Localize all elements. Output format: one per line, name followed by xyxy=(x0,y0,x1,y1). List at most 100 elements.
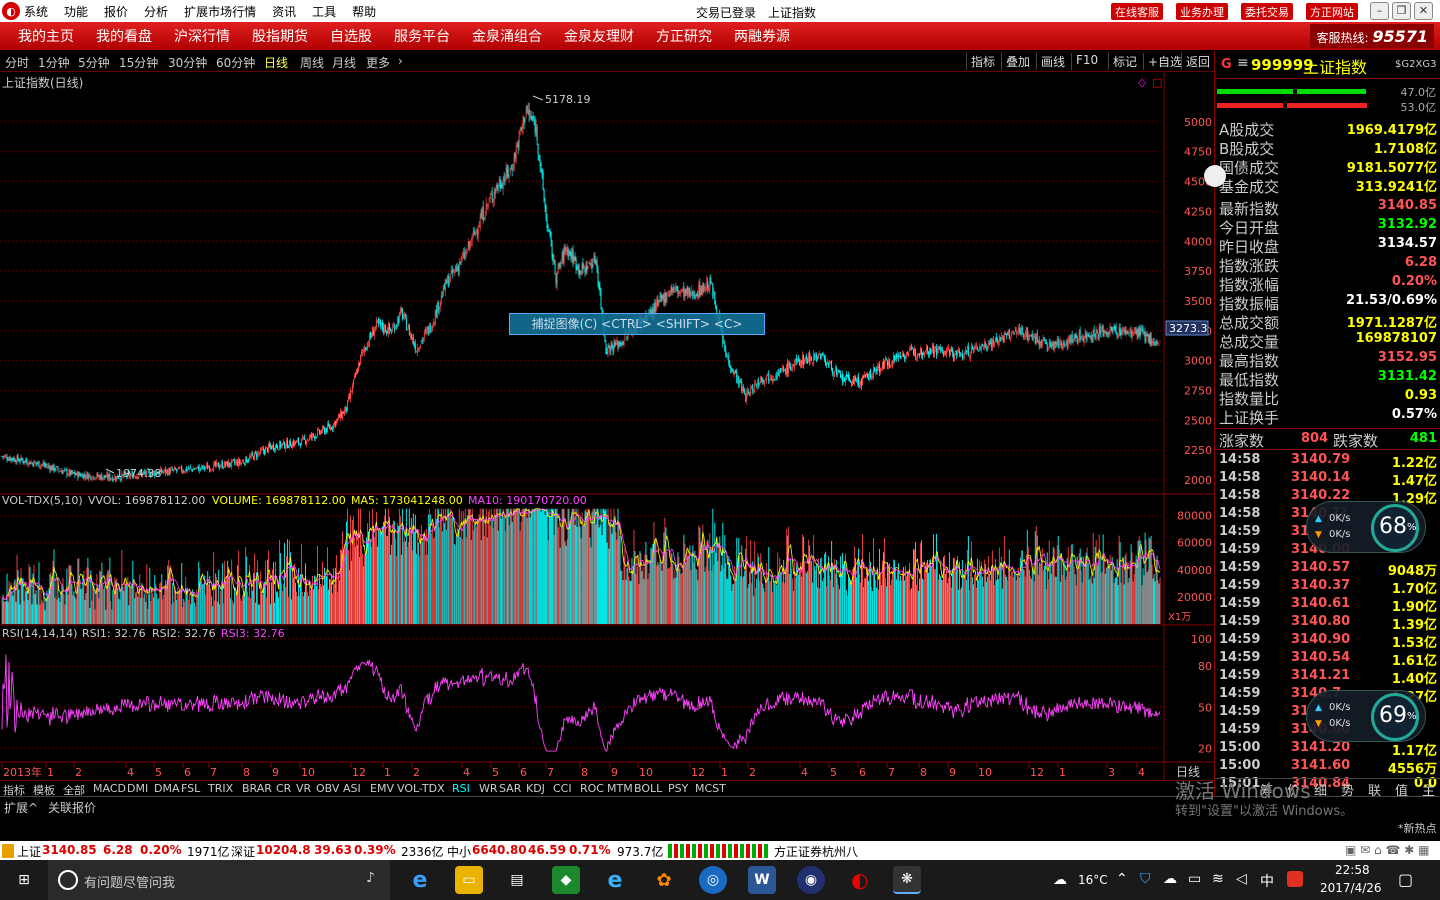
indicator-tab[interactable]: MACD xyxy=(93,782,126,795)
tool-add-watch[interactable]: +自选 xyxy=(1143,53,1186,70)
menu-item-system[interactable]: 系统 xyxy=(24,3,48,20)
file-explorer-icon[interactable]: ▭ xyxy=(455,866,483,894)
network-gauge-1[interactable]: ▲ 0K/s ▼ 0K/s 68% xyxy=(1306,501,1426,553)
period-monthly[interactable]: 月线 xyxy=(332,54,356,71)
panel-tab[interactable]: 主 xyxy=(1422,780,1435,799)
period-30min[interactable]: 30分钟 xyxy=(168,54,207,71)
cortana-search[interactable]: 有问题尽管问我 ♪ xyxy=(48,860,390,900)
microphone-icon[interactable]: ♪ xyxy=(366,870,375,886)
panel-tab[interactable]: 值 xyxy=(1395,780,1408,799)
tray-expand-icon[interactable]: ⌃ xyxy=(1116,871,1128,887)
tool-mark[interactable]: 标记 xyxy=(1108,53,1141,70)
menu-item-news[interactable]: 资讯 xyxy=(272,3,296,20)
panel-tab[interactable]: 细 xyxy=(1314,780,1327,799)
nav-research[interactable]: 方正研究 xyxy=(656,26,712,46)
expand-tab[interactable]: 扩展^ xyxy=(4,799,38,816)
ie-icon[interactable]: e xyxy=(601,866,629,894)
indicator-tab[interactable]: BOLL xyxy=(634,782,662,795)
period-15min[interactable]: 15分钟 xyxy=(119,54,158,71)
word-icon[interactable]: W xyxy=(748,866,776,894)
windows-start-icon[interactable]: ⊞ xyxy=(10,866,38,894)
nav-finance[interactable]: 金泉友理财 xyxy=(564,26,634,46)
menu-item-help[interactable]: 帮助 xyxy=(352,3,376,20)
nav-futures[interactable]: 股指期货 xyxy=(252,26,308,46)
indicator-tab[interactable]: MCST xyxy=(695,782,726,795)
indicator-tab[interactable]: BRAR xyxy=(242,782,272,795)
nav-home[interactable]: 我的主页 xyxy=(18,26,74,46)
green-app-icon[interactable]: ◆ xyxy=(552,866,580,894)
pinwheel-icon[interactable]: ✿ xyxy=(650,866,678,894)
indicator-tab[interactable]: SAR xyxy=(499,782,521,795)
menu-item-function[interactable]: 功能 xyxy=(64,3,88,20)
menu-icon[interactable]: ≡ xyxy=(1237,55,1249,71)
period-1min[interactable]: 1分钟 xyxy=(38,54,70,71)
tool-indicator[interactable]: 指标 xyxy=(966,53,999,70)
trade-button[interactable]: 委托交易 xyxy=(1241,3,1293,20)
online-service-button[interactable]: 在线客服 xyxy=(1111,3,1163,20)
indicator-tab[interactable]: CCI xyxy=(553,782,572,795)
indicator-tab[interactable]: MTM xyxy=(607,782,633,795)
notification-icon[interactable]: ▢ xyxy=(1398,870,1413,889)
nav-margin[interactable]: 两融券源 xyxy=(734,26,790,46)
store-icon[interactable]: ▤ xyxy=(503,866,531,894)
tool-draw[interactable]: 画线 xyxy=(1036,53,1069,70)
chevron-right-icon[interactable]: › xyxy=(398,54,403,68)
period-daily[interactable]: 日线 xyxy=(264,54,288,71)
ime-indicator[interactable]: 中 xyxy=(1260,871,1274,891)
volume-icon[interactable]: ◁ xyxy=(1236,871,1247,887)
period-weekly[interactable]: 周线 xyxy=(300,54,324,71)
website-button[interactable]: 方正网站 xyxy=(1306,3,1358,20)
nav-service[interactable]: 服务平台 xyxy=(394,26,450,46)
indicator-tab[interactable]: OBV xyxy=(316,782,339,795)
indicator-tab[interactable]: ASI xyxy=(343,782,361,795)
period-more[interactable]: 更多 xyxy=(366,54,390,71)
trading-app-icon[interactable]: ❋ xyxy=(893,866,921,894)
menu-item-extended-market[interactable]: 扩展市场行情 xyxy=(184,3,256,20)
indicator-tab[interactable]: TRIX xyxy=(208,782,233,795)
indicator-tab[interactable]: DMA xyxy=(154,782,180,795)
nav-portfolio[interactable]: 金泉涌组合 xyxy=(472,26,542,46)
wifi-icon[interactable]: ≋ xyxy=(1212,871,1224,887)
indicator-tab[interactable]: RSI xyxy=(452,782,470,795)
kline-chart[interactable]: 5000475045004250400037503500325030002750… xyxy=(0,72,1214,780)
panel-tab[interactable]: 势 xyxy=(1341,780,1354,799)
menu-item-analysis[interactable]: 分析 xyxy=(144,3,168,20)
cloud-sync-icon[interactable]: ☁ xyxy=(1163,871,1177,887)
indicator-tab[interactable]: PSY xyxy=(668,782,688,795)
panel-tab[interactable]: 联 xyxy=(1368,780,1381,799)
minimize-icon[interactable]: – xyxy=(1370,2,1389,20)
restore-icon[interactable]: ❐ xyxy=(1392,2,1411,20)
browser-icon[interactable]: ◎ xyxy=(699,866,727,894)
indicator-tab[interactable]: VOL-TDX xyxy=(397,782,445,795)
indicator-tab[interactable]: WR xyxy=(479,782,498,795)
indicator-tab[interactable]: FSL xyxy=(181,782,200,795)
indicator-tab[interactable]: KDJ xyxy=(526,782,545,795)
tool-back[interactable]: 返回 xyxy=(1181,53,1214,70)
battery-icon[interactable]: ▭ xyxy=(1188,871,1201,887)
tool-f10[interactable]: F10 xyxy=(1071,53,1102,70)
network-gauge-2[interactable]: ▲ 0K/s ▼ 0K/s 69% xyxy=(1306,690,1426,742)
new-hot-link[interactable]: *新热点 xyxy=(1398,820,1437,836)
period-intraday[interactable]: 分时 xyxy=(5,54,29,71)
tool-overlay[interactable]: 叠加 xyxy=(1001,53,1034,70)
close-icon[interactable]: ✕ xyxy=(1414,2,1433,20)
founder-app-icon[interactable]: ◐ xyxy=(846,866,874,894)
indicator-tab[interactable]: CR xyxy=(276,782,291,795)
indicator-tab[interactable]: EMV xyxy=(370,782,394,795)
edge-icon[interactable]: e xyxy=(406,866,434,894)
menu-item-tools[interactable]: 工具 xyxy=(312,3,336,20)
indicator-tab[interactable]: VR xyxy=(296,782,311,795)
status-tool-icons[interactable]: ▣ ✉ ⌂ ☎ ✱ ▦ xyxy=(1345,843,1429,857)
shield-icon[interactable]: ⛉ xyxy=(1140,871,1151,887)
nav-sh-sz[interactable]: 沪深行情 xyxy=(174,26,230,46)
period-60min[interactable]: 60分钟 xyxy=(216,54,255,71)
indicator-tab[interactable]: ROC xyxy=(580,782,604,795)
sogou-icon[interactable] xyxy=(1287,871,1303,887)
business-button[interactable]: 业务办理 xyxy=(1176,3,1228,20)
related-quote-tab[interactable]: 关联报价 xyxy=(48,799,96,816)
menu-item-quote[interactable]: 报价 xyxy=(104,3,128,20)
period-5min[interactable]: 5分钟 xyxy=(78,54,110,71)
indicator-tab[interactable]: DMI xyxy=(127,782,148,795)
nav-watchlist[interactable]: 自选股 xyxy=(330,26,372,46)
media-icon[interactable]: ◉ xyxy=(797,866,825,894)
